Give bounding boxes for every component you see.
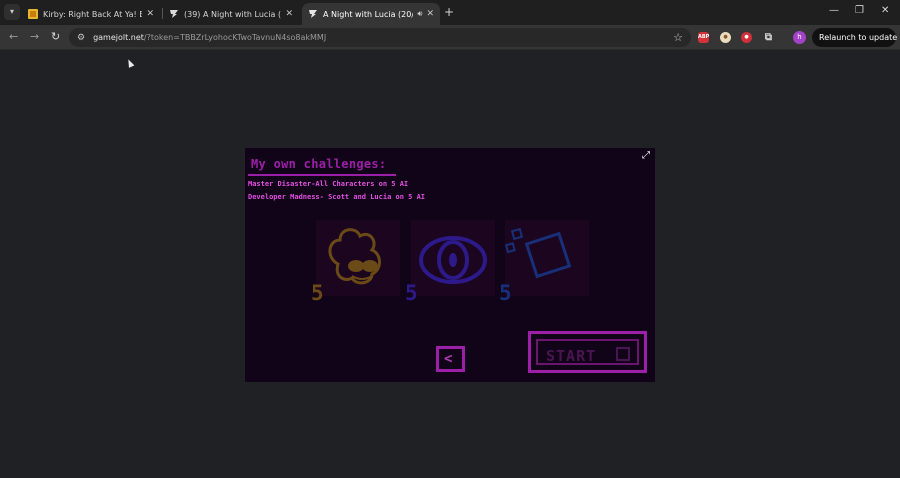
fullscreen-icon[interactable]: ⤢ (642, 151, 650, 161)
scott-face-icon (328, 228, 381, 285)
tab-strip: ▾ Kirby: Right Back At Ya! Episode ✕ (39… (0, 0, 900, 25)
ai-level-eye: 5 (405, 281, 418, 305)
browser-toolbar: ← → ↻ ⚙ gamejolt.net/?token=TBBZrLyohocK… (0, 25, 900, 50)
bookmark-star-icon[interactable]: ☆ (673, 31, 683, 44)
tab-search-button[interactable]: ▾ (4, 4, 20, 20)
close-icon[interactable]: ✕ (281, 9, 293, 19)
adblock-plus-icon[interactable]: ABP (698, 32, 709, 43)
challenges-heading: My own challenges: (251, 157, 387, 171)
page-viewport: ⤢ My own challenges: Master Disaster-All… (0, 51, 900, 478)
reload-icon[interactable]: ↻ (51, 31, 60, 43)
heading-underline (248, 174, 396, 176)
chevron-down-icon: ▾ (9, 7, 14, 16)
gamejolt-icon (170, 10, 178, 18)
tab-title: Kirby: Right Back At Ya! Episode (43, 9, 143, 19)
character-card-eye[interactable] (411, 220, 495, 296)
gamejolt-icon (309, 10, 317, 18)
tab-kirby[interactable]: Kirby: Right Back At Ya! Episode ✕ (22, 3, 160, 25)
start-label: START (546, 347, 597, 365)
address-bar[interactable]: ⚙ gamejolt.net/?token=TBBZrLyohocKTwoTav… (69, 28, 691, 47)
plus-icon: + (444, 5, 455, 19)
mouse-cursor-icon (125, 58, 135, 68)
start-button-inner: START (536, 339, 639, 365)
challenge-item[interactable]: Master Disaster-All Characters on 5 AI (248, 180, 408, 188)
restore-icon[interactable]: ❐ (855, 5, 864, 16)
close-icon[interactable]: ✕ (422, 9, 434, 19)
site-info-icon[interactable]: ⚙ (77, 33, 85, 43)
new-tab-button[interactable]: + (444, 5, 454, 19)
yellow-square-icon (28, 9, 38, 19)
relaunch-button[interactable]: Relaunch to update ⋮ (812, 28, 897, 47)
cube-icon (504, 227, 572, 279)
back-arrow-icon[interactable]: ← (9, 31, 18, 43)
game-frame[interactable]: ⤢ My own challenges: Master Disaster-All… (245, 148, 655, 382)
character-card-scott[interactable] (316, 220, 400, 296)
tab-title: A Night with Lucia (20/20/2 (323, 9, 414, 19)
challenge-item[interactable]: Developer Madness- Scott and Lucia on 5 … (248, 193, 425, 201)
eye-icon (419, 236, 487, 284)
close-icon[interactable]: ✕ (142, 9, 154, 19)
url-text[interactable]: gamejolt.net/?token=TBBZrLyohocKTwoTavnu… (93, 33, 326, 42)
back-button[interactable]: < (436, 346, 465, 372)
ai-level-cube: 5 (499, 281, 512, 305)
tab-title: (39) A Night with Lucia (20/20/2 (184, 9, 282, 19)
minimize-icon[interactable]: — (829, 5, 839, 16)
chevron-left-icon: < (444, 351, 453, 367)
tab-lucia-39[interactable]: (39) A Night with Lucia (20/20/2 ✕ (163, 3, 299, 25)
red-drop-icon[interactable]: ● (741, 32, 752, 43)
tab-lucia-active[interactable]: A Night with Lucia (20/20/2 🔊︎ ✕ (302, 3, 440, 25)
forward-arrow-icon[interactable]: → (30, 31, 39, 43)
character-card-cube[interactable] (504, 220, 589, 296)
window-close-icon[interactable]: ✕ (881, 5, 889, 16)
avatar[interactable]: h (793, 31, 806, 44)
checkbox-square-icon (616, 347, 630, 361)
honey-icon[interactable]: ● (720, 32, 731, 43)
start-button[interactable]: START (528, 331, 647, 373)
puzzle-icon[interactable]: ⧉ (763, 32, 774, 43)
ai-level-scott: 5 (311, 281, 324, 305)
